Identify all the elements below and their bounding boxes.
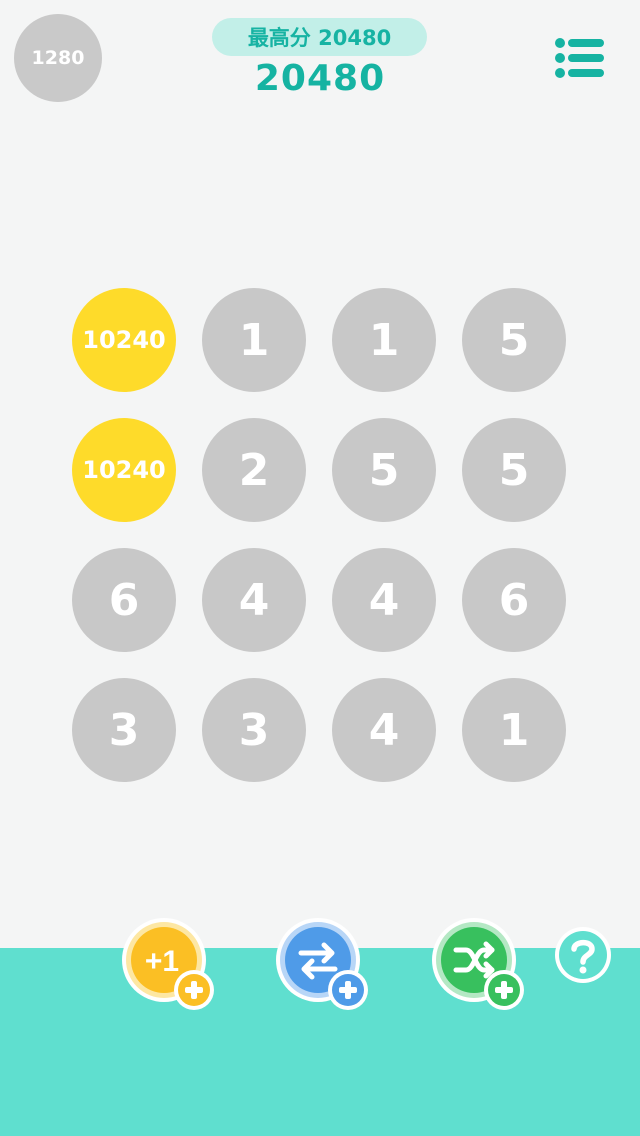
question-mark-icon <box>555 927 611 983</box>
board-tile[interactable]: 6 <box>72 548 176 652</box>
plus-one-label: +1 <box>145 945 179 978</box>
swap-icon <box>276 918 368 1010</box>
shuffle-powerup-button[interactable] <box>430 916 526 1012</box>
board-tile[interactable]: 6 <box>462 548 566 652</box>
board-tile[interactable]: 3 <box>72 678 176 782</box>
help-button[interactable] <box>553 925 613 985</box>
board-tile[interactable]: 1 <box>462 678 566 782</box>
board-tile[interactable]: 2 <box>202 418 306 522</box>
board-tile[interactable]: 10240 <box>72 418 176 522</box>
current-score: 20480 <box>254 58 386 99</box>
swap-powerup-button[interactable] <box>274 916 370 1012</box>
board-tile[interactable]: 5 <box>332 418 436 522</box>
game-board: 10240 1 1 5 10240 2 5 5 6 4 4 6 3 3 4 1 <box>72 288 568 784</box>
board-tile[interactable]: 5 <box>462 418 566 522</box>
board-tile[interactable]: 10240 <box>72 288 176 392</box>
board-tile[interactable]: 4 <box>202 548 306 652</box>
board-tile[interactable]: 1 <box>202 288 306 392</box>
board-tile[interactable]: 1 <box>332 288 436 392</box>
board-tile[interactable]: 4 <box>332 548 436 652</box>
shuffle-icon <box>432 918 524 1010</box>
plus-one-icon: +1 <box>122 918 214 1010</box>
best-score-pill: 最高分 20480 <box>212 18 427 56</box>
game-screen: 1280 最高分 20480 20480 10240 1 1 5 10240 2 5 5 6 4 4… <box>0 0 640 1136</box>
board-tile[interactable]: 4 <box>332 678 436 782</box>
list-menu-icon <box>555 38 604 78</box>
board-tile[interactable]: 5 <box>462 288 566 392</box>
plus-one-powerup-button[interactable]: +1 <box>120 916 216 1012</box>
menu-button[interactable] <box>555 38 605 78</box>
coin-counter[interactable]: 1280 <box>14 14 102 102</box>
board-tile[interactable]: 3 <box>202 678 306 782</box>
